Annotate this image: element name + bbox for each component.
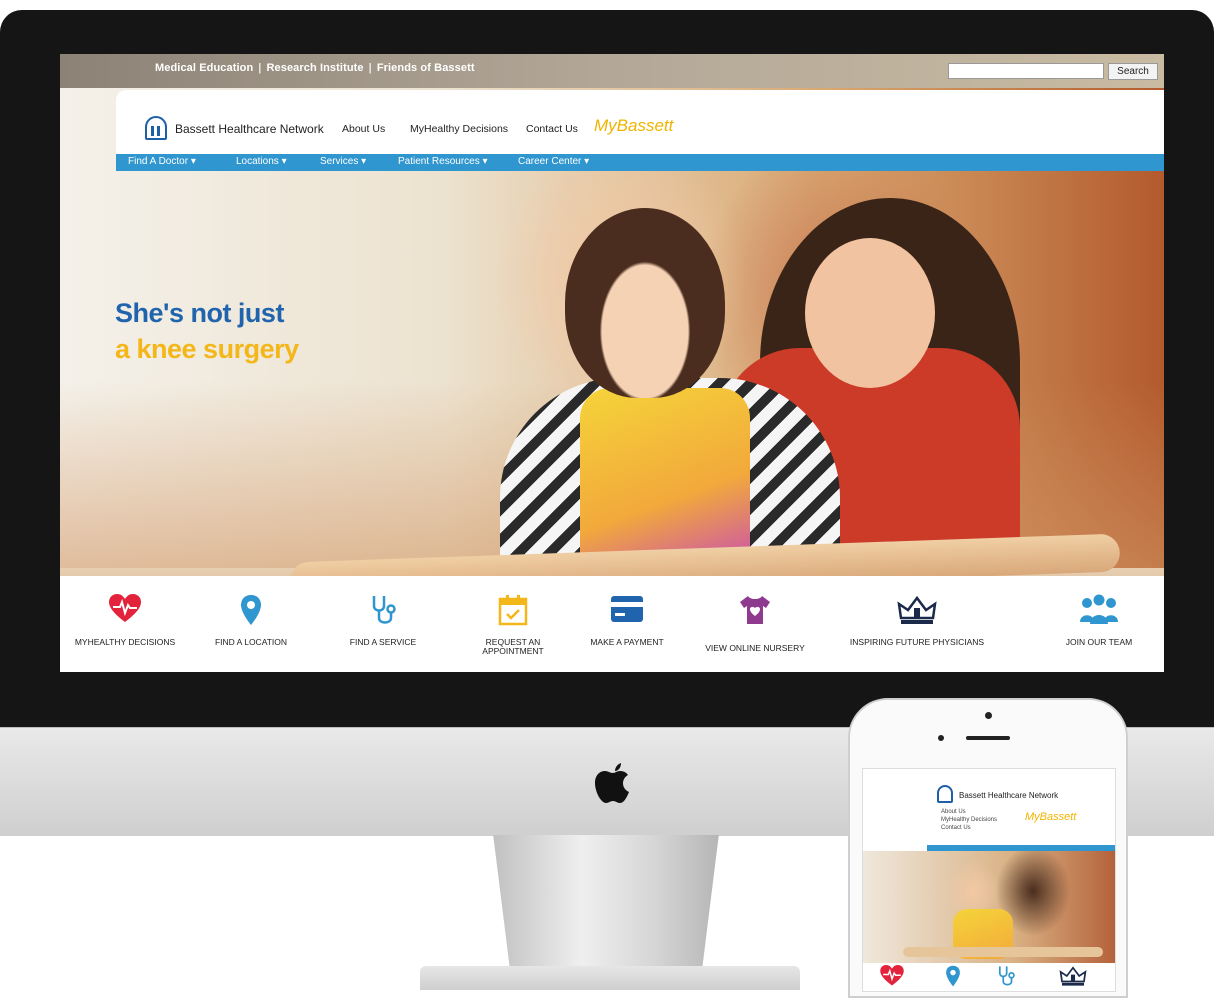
calendar-check-icon bbox=[498, 595, 528, 626]
quick-link-label: FIND A LOCATION bbox=[214, 637, 288, 647]
phone-speaker bbox=[966, 736, 1010, 740]
hero-photo-girl-apron bbox=[580, 388, 750, 568]
utility-bar: Medical Education | Research Institute | Fri… bbox=[60, 54, 1164, 88]
quick-link-label: MAKE A PAYMENT bbox=[590, 637, 664, 647]
phone-nav-myhealthy-decisions[interactable]: MyHealthy Decisions bbox=[941, 817, 997, 823]
hero-photo-woman-face bbox=[805, 238, 935, 388]
phone-sensor bbox=[938, 735, 944, 741]
chevron-down-icon: ▾ bbox=[584, 156, 590, 167]
quick-link-view-online-nursery[interactable]: VIEW ONLINE NURSERY bbox=[690, 576, 820, 672]
nav-contact-us[interactable]: Contact Us bbox=[526, 123, 578, 135]
phone-brand-name[interactable]: Bassett Healthcare Network bbox=[959, 791, 1058, 800]
separator: | bbox=[368, 62, 372, 74]
quick-link-request-appointment[interactable]: REQUEST AN APPOINTMENT bbox=[448, 576, 578, 672]
phone-nav-about-us[interactable]: About Us bbox=[941, 809, 966, 815]
baby-onesie-icon bbox=[740, 596, 770, 624]
map-pin-icon bbox=[241, 595, 261, 625]
main-nav-label: Career Center bbox=[518, 156, 582, 167]
imac-stand bbox=[493, 835, 719, 970]
quick-link-label: VIEW ONLINE NURSERY bbox=[705, 643, 805, 653]
chevron-down-icon: ▾ bbox=[281, 156, 287, 167]
phone-website-screen: Bassett Healthcare Network About Us MyHe… bbox=[862, 768, 1116, 992]
quick-link-label: MYHEALTHY DECISIONS bbox=[74, 637, 176, 647]
main-nav-label: Find A Doctor bbox=[128, 156, 189, 167]
phone-header: Bassett Healthcare Network About Us MyHe… bbox=[863, 769, 1115, 847]
quick-link-label: FIND A SERVICE bbox=[349, 637, 417, 647]
quick-link-make-a-payment[interactable]: MAKE A PAYMENT bbox=[562, 576, 692, 672]
utility-link-research-institute[interactable]: Research Institute bbox=[266, 62, 363, 74]
quick-link-myhealthy-decisions[interactable]: MYHEALTHY DECISIONS bbox=[60, 576, 190, 672]
search-input[interactable] bbox=[948, 63, 1104, 79]
main-nav: Find A Doctor ▾ Locations ▾ Services ▾ P… bbox=[116, 154, 1164, 171]
main-nav-label: Locations bbox=[236, 156, 279, 167]
quick-link-find-a-location[interactable]: FIND A LOCATION bbox=[186, 576, 316, 672]
stethoscope-icon[interactable] bbox=[997, 965, 1015, 987]
utility-link-friends-of-bassett[interactable]: Friends of Bassett bbox=[377, 62, 475, 74]
imac-stand-base bbox=[420, 966, 800, 990]
crown-icon bbox=[897, 595, 937, 624]
phone-nav-contact-us[interactable]: Contact Us bbox=[941, 825, 971, 831]
quick-link-label: REQUEST AN APPOINTMENT bbox=[482, 637, 544, 656]
main-nav-services[interactable]: Services ▾ bbox=[320, 156, 366, 167]
stethoscope-icon bbox=[372, 596, 396, 624]
bassett-logo-icon[interactable] bbox=[937, 785, 953, 803]
mybassett-link[interactable]: MyBassett bbox=[594, 116, 673, 136]
main-nav-patient-resources[interactable]: Patient Resources ▾ bbox=[398, 156, 488, 167]
separator: | bbox=[258, 62, 262, 74]
website-screen: Medical Education | Research Institute | Fri… bbox=[60, 54, 1164, 672]
main-nav-label: Patient Resources bbox=[398, 156, 480, 167]
quick-links-bar: MYHEALTHY DECISIONS FIND A LOCATION FIND… bbox=[60, 576, 1164, 672]
heart-pulse-icon[interactable] bbox=[879, 965, 905, 987]
quick-link-label: INSPIRING FUTURE PHYSICIANS bbox=[849, 637, 985, 647]
phone-camera bbox=[985, 712, 992, 719]
search-button[interactable]: Search bbox=[1108, 63, 1158, 80]
credit-card-icon bbox=[611, 596, 643, 622]
crown-icon[interactable] bbox=[1059, 965, 1087, 987]
bassett-logo-icon[interactable] bbox=[145, 116, 167, 140]
chevron-down-icon: ▾ bbox=[361, 156, 367, 167]
nav-myhealthy-decisions[interactable]: MyHealthy Decisions bbox=[410, 123, 508, 135]
hero-headline-line-2: a knee surgery bbox=[115, 334, 299, 364]
quick-link-join-our-team[interactable]: JOIN OUR TEAM bbox=[1034, 576, 1164, 672]
quick-link-inspiring-future-physicians[interactable]: INSPIRING FUTURE PHYSICIANS bbox=[850, 576, 984, 672]
quick-link-label: JOIN OUR TEAM bbox=[1065, 637, 1133, 647]
heart-pulse-icon bbox=[109, 594, 141, 622]
phone-mybassett-link[interactable]: MyBassett bbox=[1025, 811, 1076, 823]
chevron-down-icon: ▾ bbox=[482, 156, 488, 167]
quick-link-find-a-service[interactable]: FIND A SERVICE bbox=[318, 576, 448, 672]
nav-about-us[interactable]: About Us bbox=[342, 123, 385, 135]
hero-headline-line-1: She's not just bbox=[115, 298, 284, 328]
brand-name[interactable]: Bassett Healthcare Network bbox=[175, 122, 324, 136]
phone-hero-photo-rolling-pin bbox=[903, 947, 1103, 957]
map-pin-icon[interactable] bbox=[945, 965, 961, 987]
apple-logo-icon bbox=[595, 763, 629, 803]
utility-links: Medical Education | Research Institute | Fri… bbox=[155, 62, 475, 74]
chevron-down-icon: ▾ bbox=[190, 156, 196, 167]
utility-link-medical-education[interactable]: Medical Education bbox=[155, 62, 253, 74]
main-nav-find-a-doctor[interactable]: Find A Doctor ▾ bbox=[128, 156, 196, 167]
main-nav-career-center[interactable]: Career Center ▾ bbox=[518, 156, 589, 167]
team-icon bbox=[1080, 594, 1118, 624]
phone-quick-links bbox=[863, 965, 1115, 991]
main-nav-label: Services bbox=[320, 156, 359, 167]
main-nav-locations[interactable]: Locations ▾ bbox=[236, 156, 287, 167]
hero-photo-girl-head bbox=[565, 208, 725, 398]
